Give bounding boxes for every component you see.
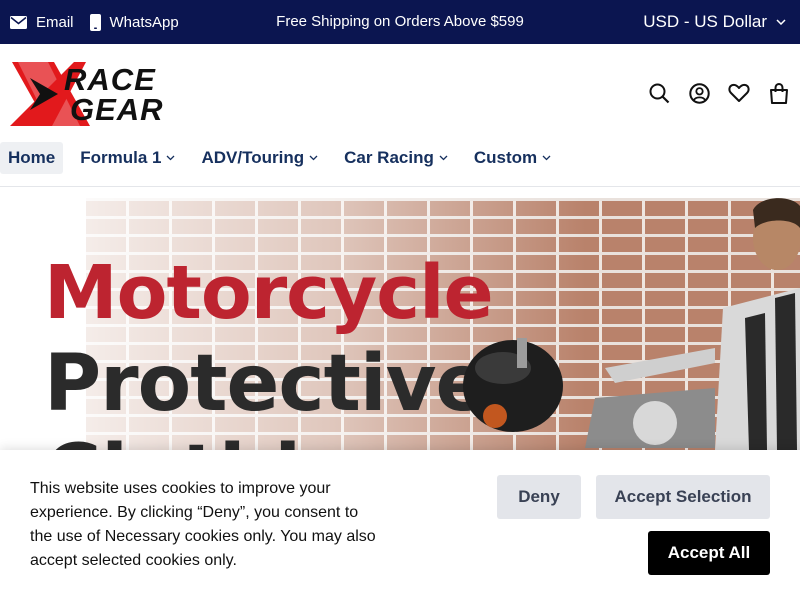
main-navigation: Home Formula 1 ADV/Touring Car Racing Cu… xyxy=(0,140,800,187)
cookie-message: This website uses cookies to improve you… xyxy=(30,480,376,569)
email-link[interactable]: Email xyxy=(10,14,74,31)
accept-all-button[interactable]: Accept All xyxy=(648,531,770,575)
search-icon xyxy=(649,83,669,103)
phone-icon xyxy=(89,13,101,31)
hero-heading-line1: Motorcycle xyxy=(44,250,494,336)
wishlist-button[interactable] xyxy=(728,82,750,104)
deny-button[interactable]: Deny xyxy=(497,475,581,519)
account-icon xyxy=(688,82,710,104)
rider-image xyxy=(715,198,800,450)
site-header: RACE GEAR xyxy=(0,44,800,140)
chevron-down-icon xyxy=(542,155,551,161)
nav-item-label: Custom xyxy=(473,148,538,167)
nav-item-label: Car Racing xyxy=(344,148,434,167)
nav-item-car-racing[interactable]: Car Racing xyxy=(335,142,457,174)
hero-heading-line2: Protective xyxy=(44,339,488,429)
header-actions xyxy=(630,82,790,104)
mail-icon xyxy=(10,15,27,29)
chevron-down-icon xyxy=(776,19,786,25)
bag-icon xyxy=(770,82,788,104)
heart-icon xyxy=(728,83,750,102)
nav-item-formula-1[interactable]: Formula 1 xyxy=(71,142,184,174)
currency-label: USD - US Dollar xyxy=(643,12,767,31)
search-button[interactable] xyxy=(648,82,670,104)
whatsapp-label: WhatsApp xyxy=(109,13,179,31)
contact-links: Email WhatsApp xyxy=(10,0,195,44)
chevron-down-icon xyxy=(309,155,318,161)
nav-item-label: ADV/Touring xyxy=(201,148,305,167)
hero-banner[interactable]: Motorcycle Protective Clothing xyxy=(0,188,800,450)
accept-selection-button[interactable]: Accept Selection xyxy=(596,475,770,519)
email-label: Email xyxy=(36,13,74,31)
nav-item-adv-touring[interactable]: ADV/Touring xyxy=(192,142,327,174)
motorcycle-image xyxy=(463,338,715,448)
nav-list: Home Formula 1 ADV/Touring Car Racing Cu… xyxy=(0,140,800,176)
account-button[interactable] xyxy=(688,82,710,104)
nav-item-label: Formula 1 xyxy=(80,148,162,167)
logo-text-top: RACE xyxy=(64,62,156,97)
cart-button[interactable] xyxy=(768,82,790,104)
chevron-down-icon xyxy=(439,155,448,161)
cookie-consent-banner: This website uses cookies to improve you… xyxy=(0,450,800,600)
site-logo[interactable]: RACE GEAR xyxy=(8,60,168,128)
chevron-down-icon xyxy=(167,155,175,161)
currency-selector[interactable]: USD - US Dollar xyxy=(643,0,786,44)
logo-text-bottom: GEAR xyxy=(70,92,164,127)
whatsapp-link[interactable]: WhatsApp xyxy=(89,13,179,31)
announcement-bar: Email WhatsApp Free Shipping on Orders A… xyxy=(0,0,800,44)
nav-item-custom[interactable]: Custom xyxy=(465,142,560,174)
nav-item-home[interactable]: Home xyxy=(0,142,64,174)
nav-item-label: Home xyxy=(8,148,56,167)
hero-heading-line3: Clothing xyxy=(44,428,412,450)
